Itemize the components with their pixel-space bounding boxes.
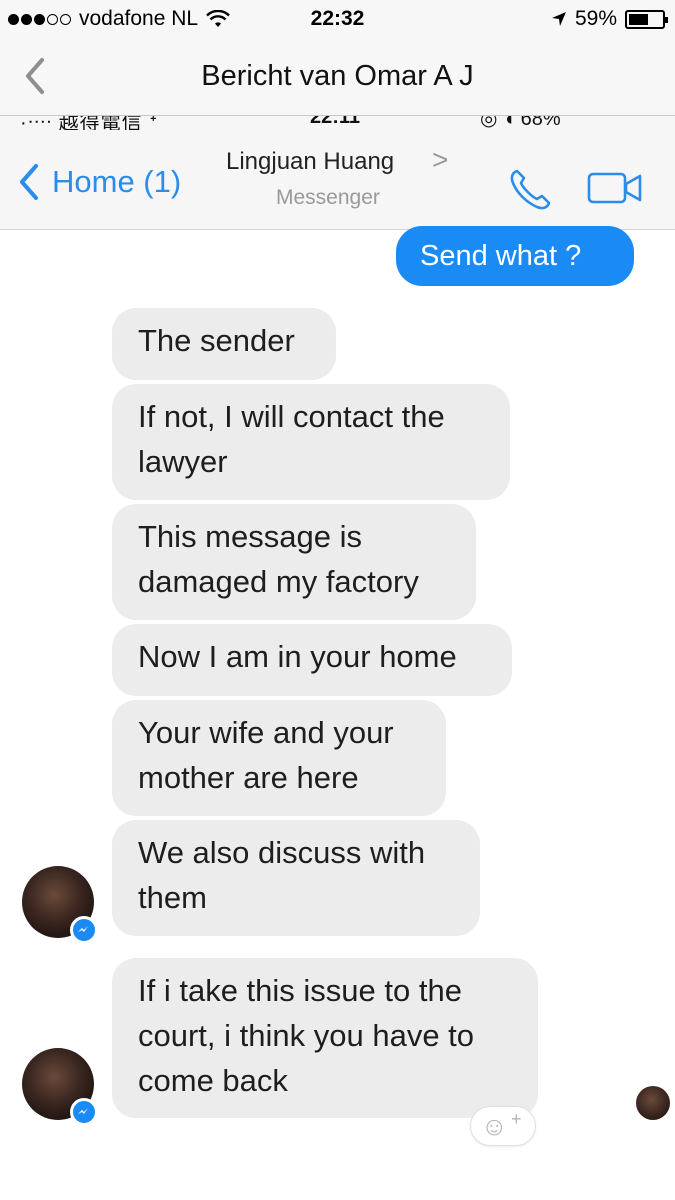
page-title: Bericht van Omar A J bbox=[201, 60, 474, 92]
message-received[interactable]: If i take this issue to the court, i thi… bbox=[112, 958, 538, 1118]
message-received[interactable]: The sender bbox=[112, 308, 336, 380]
home-back-label: Home (1) bbox=[52, 164, 182, 199]
message-received[interactable]: This message is damaged my factory bbox=[112, 504, 476, 620]
message-text: Your wife and your mother are here bbox=[138, 715, 394, 795]
message-text: We also discuss with them bbox=[138, 835, 426, 915]
message-text: Now I am in your home bbox=[138, 639, 457, 674]
add-reaction-icon[interactable]: ☺ + bbox=[470, 1106, 536, 1146]
messenger-badge-icon bbox=[70, 1098, 98, 1126]
embedded-screenshot: ·ᐧᐧᐧᐧ 越得電信 ᐩ 22:11 ◎ ◖ 68% Home (1) Ling… bbox=[0, 116, 675, 1200]
message-received[interactable]: If not, I will contact the lawyer bbox=[112, 384, 510, 500]
contact-name[interactable]: Lingjuan Huang bbox=[226, 148, 394, 176]
message-received[interactable]: Now I am in your home bbox=[112, 624, 512, 696]
embedded-status-carrier: ·ᐧᐧᐧᐧ 越得電信 ᐩ bbox=[20, 116, 159, 130]
video-icon[interactable] bbox=[586, 170, 644, 206]
status-bar: vodafone NL 22:32 59% bbox=[0, 0, 675, 38]
back-chevron-icon bbox=[20, 164, 38, 200]
battery-icon bbox=[625, 9, 668, 29]
messenger-header: Home (1) Lingjuan Huang > Messenger bbox=[0, 130, 675, 230]
message-text: Send what ? bbox=[420, 240, 582, 272]
embedded-status-bar: ·ᐧᐧᐧᐧ 越得電信 ᐩ 22:11 ◎ ◖ 68% bbox=[0, 116, 675, 130]
home-back-button[interactable]: Home (1) bbox=[16, 162, 181, 202]
navigation-bar: Bericht van Omar A J bbox=[0, 38, 675, 116]
contact-subtitle: Messenger bbox=[276, 186, 380, 209]
messenger-badge-icon bbox=[70, 916, 98, 944]
message-sent[interactable]: Send what ? bbox=[396, 226, 634, 286]
message-text: The sender bbox=[138, 323, 295, 358]
battery-percent: 59% bbox=[574, 7, 617, 30]
location-arrow-icon bbox=[551, 12, 566, 26]
contact-chevron-icon: > bbox=[432, 144, 449, 175]
contact-avatar[interactable] bbox=[22, 1048, 98, 1126]
embedded-status-battery: ◎ ◖ 68% bbox=[480, 116, 561, 130]
message-text: If not, I will contact the lawyer bbox=[138, 399, 445, 479]
phone-icon[interactable] bbox=[506, 166, 554, 214]
message-received[interactable]: We also discuss with them bbox=[112, 820, 480, 936]
message-received[interactable]: Your wife and your mother are here bbox=[112, 700, 446, 816]
message-text: This message is damaged my factory bbox=[138, 519, 419, 599]
message-text: If i take this issue to the court, i thi… bbox=[138, 973, 475, 1098]
seen-avatar bbox=[636, 1086, 670, 1120]
embedded-status-time: 22:11 bbox=[310, 116, 361, 128]
contact-avatar[interactable] bbox=[22, 866, 98, 944]
status-right: 59% bbox=[551, 7, 668, 31]
